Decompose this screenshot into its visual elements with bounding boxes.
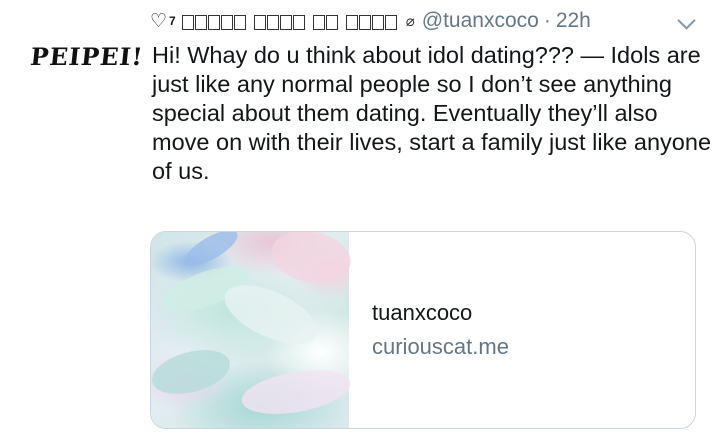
tag-icon: ⌀ bbox=[405, 13, 415, 30]
heart-icon: ♡ bbox=[150, 10, 168, 32]
unrendered-glyphs bbox=[345, 14, 398, 30]
display-name[interactable]: ♡ 7 bbox=[150, 10, 405, 33]
separator-dot: · bbox=[543, 9, 551, 32]
user-handle[interactable]: @tuanxcoco bbox=[422, 9, 539, 33]
card-domain: curiouscat.me bbox=[372, 334, 509, 359]
card-title: tuanxcoco bbox=[372, 300, 473, 325]
timestamp[interactable]: 22h bbox=[556, 9, 591, 33]
display-name-superscript: 7 bbox=[169, 14, 176, 28]
link-card[interactable]: tuanxcoco curiouscat.me bbox=[150, 231, 696, 429]
avatar[interactable]: PEIPEI! bbox=[28, 42, 145, 82]
tweet-header: ♡ 7 ⌀ @tuanxcoco · 22h bbox=[150, 6, 690, 36]
tweet-text: Hi! Whay do u think about idol dating???… bbox=[152, 42, 712, 184]
unrendered-glyphs bbox=[253, 14, 306, 30]
card-image bbox=[151, 232, 355, 428]
unrendered-glyphs bbox=[312, 14, 339, 30]
unrendered-glyphs bbox=[181, 14, 247, 30]
